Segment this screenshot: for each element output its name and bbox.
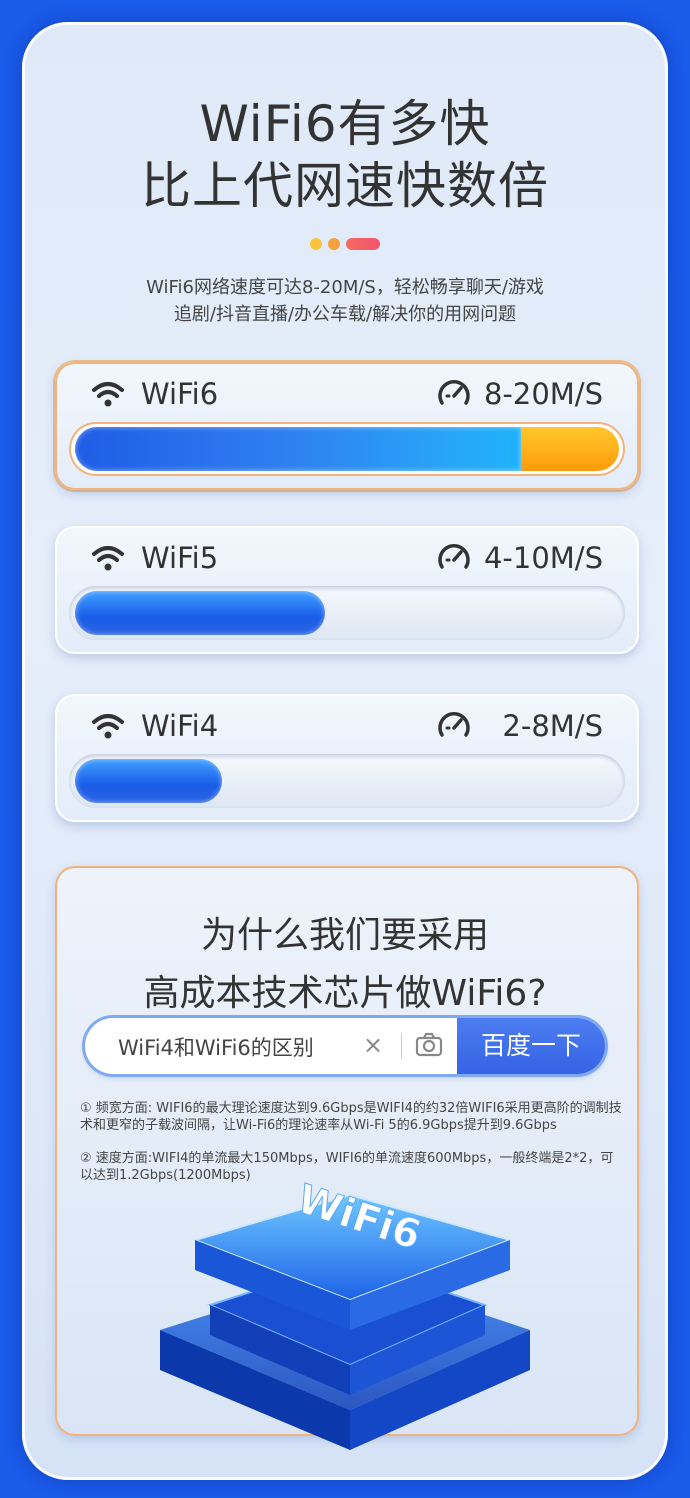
speed-bar-track: [69, 422, 625, 476]
why-title-line2: 高成本技术芯片做WiFi6?: [143, 973, 547, 1014]
speed-label: WiFi4: [141, 709, 219, 743]
headline-line2: 比上代网速快数倍: [141, 157, 549, 215]
speedometer-icon: [438, 712, 470, 737]
speed-label: WiFi6: [141, 377, 219, 411]
wifi-icon: [92, 382, 124, 407]
speedometer-icon: [438, 544, 470, 569]
search-bar: WiFi4和WiFi6的区别 × 百度一下: [85, 1018, 605, 1074]
why-title-line1: 为什么我们要采用: [200, 915, 489, 956]
speed-value: 4-10M/S: [483, 541, 603, 575]
wifi6-chip-illustration: WiFi6: [160, 1180, 530, 1450]
speed-bar-track: [69, 754, 625, 808]
speed-bar-fill: [75, 759, 222, 803]
subtitle-line1: WiFi6网络速度可达8-20M/S，轻松畅享聊天/游戏: [146, 277, 544, 298]
speed-bar-track: [69, 586, 625, 640]
speed-card-wifi4: WiFi4 2-8M/S: [55, 694, 639, 822]
speed-card-wifi6: WiFi6 8-20M/S: [55, 362, 639, 490]
wifi-icon: [92, 714, 124, 739]
speed-card-wifi5: WiFi5 4-10M/S: [55, 526, 639, 654]
dot-orange: [328, 238, 340, 250]
divider: [401, 1033, 402, 1059]
search-button[interactable]: 百度一下: [457, 1018, 605, 1074]
clear-icon[interactable]: ×: [363, 1031, 383, 1059]
dot-red-pill: [346, 238, 380, 250]
speed-value: 8-20M/S: [483, 377, 603, 411]
speed-value: 2-8M/S: [502, 709, 603, 743]
dot-yellow: [310, 238, 322, 250]
note-bandwidth: ① 频宽方面: WIFI6的最大理论速度达到9.6Gbps是WIFI4的约32倍…: [80, 1101, 622, 1133]
decorative-dots: [310, 238, 380, 250]
speedometer-icon: [438, 380, 470, 405]
speed-bar-accent: [521, 427, 619, 471]
speed-label: WiFi5: [141, 541, 219, 575]
speed-bar-fill: [75, 427, 521, 471]
speed-bar-fill: [75, 591, 325, 635]
wifi-icon: [92, 546, 124, 571]
search-input[interactable]: WiFi4和WiFi6的区别: [118, 1032, 314, 1062]
camera-icon[interactable]: [415, 1032, 443, 1058]
note-speed: ② 速度方面:WIFI4的单流最大150Mbps，WIFI6的单流速度600Mb…: [80, 1151, 614, 1183]
subtitle-line2: 追剧/抖音直播/办公车载/解决你的用网问题: [173, 304, 517, 325]
